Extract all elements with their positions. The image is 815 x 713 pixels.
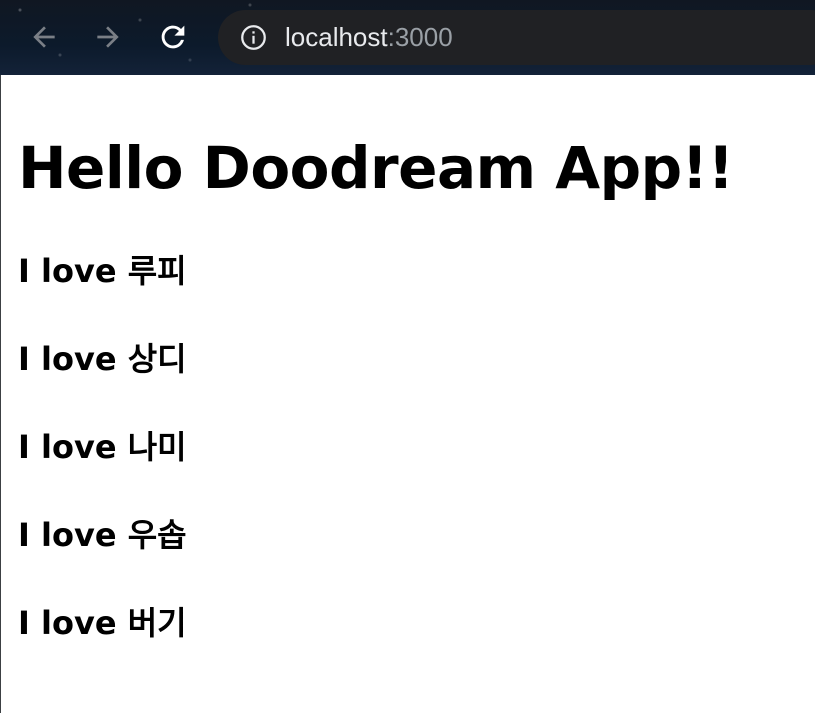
arrow-left-icon	[33, 26, 55, 48]
reload-button[interactable]	[155, 19, 191, 55]
viewport-left-border	[0, 75, 1, 713]
love-item-3: I love 나미	[18, 428, 187, 466]
love-item-5: I love 버기	[18, 604, 187, 642]
love-item-4: I love 우솝	[18, 516, 187, 554]
page-title: Hello Doodream App!!	[18, 134, 734, 202]
love-list: I love 루피 I love 상디 I love 나미 I love 우솝 …	[18, 247, 187, 687]
forward-button[interactable]	[90, 19, 126, 55]
url-host: localhost	[285, 22, 388, 52]
address-bar[interactable]: localhost:3000	[218, 10, 815, 65]
info-circle-icon[interactable]	[240, 24, 267, 51]
love-item-2: I love 상디	[18, 340, 187, 378]
arrow-right-icon	[97, 26, 119, 48]
browser-toolbar: localhost:3000	[0, 0, 815, 75]
url-text[interactable]: localhost:3000	[285, 22, 453, 53]
love-item-1: I love 루피	[18, 252, 187, 290]
page-content: Hello Doodream App!! I love 루피 I love 상디…	[18, 75, 808, 713]
url-port: :3000	[387, 22, 453, 52]
back-button[interactable]	[26, 19, 62, 55]
reload-icon	[161, 25, 185, 49]
